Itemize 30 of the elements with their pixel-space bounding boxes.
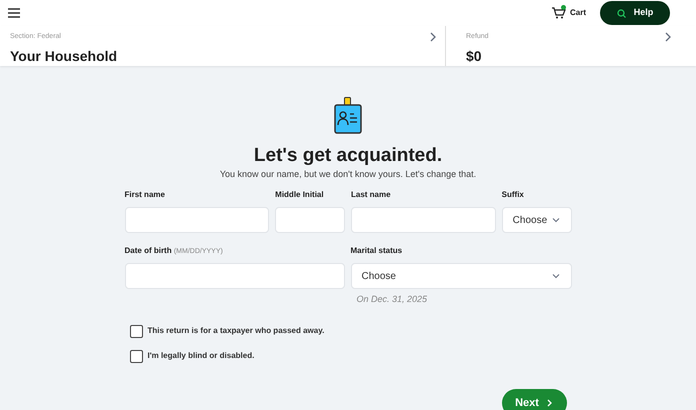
input-field[interactable] [124, 263, 344, 290]
field-label: Last name [351, 189, 392, 202]
input-field[interactable] [124, 207, 270, 234]
section-title: Your Household [10, 46, 118, 66]
chevron-right-icon [664, 32, 672, 42]
checkbox[interactable] [130, 324, 142, 338]
field-label: Suffix [502, 189, 525, 202]
chevron-right-icon [429, 32, 437, 42]
input-field[interactable] [275, 207, 345, 234]
menu-icon[interactable] [8, 8, 20, 18]
cart-button[interactable]: Cart [552, 7, 586, 19]
page-subtitle: You know our name, but we don't know yours. Let's change that. [220, 168, 476, 181]
input-field[interactable] [351, 207, 496, 234]
refund-amount: $0 [466, 46, 483, 66]
field-label: Marital status [350, 245, 404, 258]
checkbox-label: This return is for a taxpayer who passed away. [148, 325, 324, 338]
field-label: First name [124, 189, 166, 202]
help-button[interactable]: Help [600, 1, 670, 25]
checkbox-label: I'm legally blind or disabled. [148, 350, 254, 362]
search-icon [616, 8, 626, 18]
cart-icon [552, 7, 566, 19]
field-label: Middle Initial [275, 189, 325, 202]
chevron-right-icon [546, 398, 553, 407]
checkbox[interactable] [130, 350, 142, 363]
field-note: On Dec. 31, 2025 [356, 293, 428, 306]
next-button[interactable]: Next [502, 388, 566, 410]
suffix-select[interactable]: Choose [502, 207, 572, 234]
id-card-icon [334, 97, 362, 134]
page-title: Let's get acquainted. [254, 144, 442, 168]
marital-status-select[interactable]: Choose [350, 263, 572, 290]
